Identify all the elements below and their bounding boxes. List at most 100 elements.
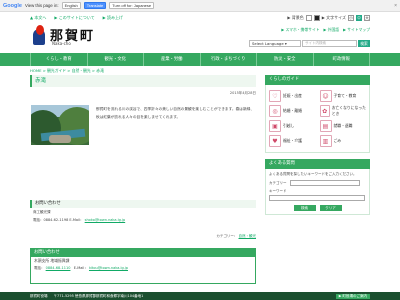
- life-guide-label: 福祉・介護: [283, 138, 302, 143]
- office-guide-link[interactable]: ▶ 町役場のご案内: [335, 293, 370, 299]
- faq-category-select[interactable]: [289, 180, 360, 186]
- turn-off-button[interactable]: Turn off for: Japanese: [109, 2, 155, 9]
- child-icon: ☺: [319, 90, 332, 102]
- display-settings: ▶ 背景色 ▶ 文字サイズ 小 中 大: [287, 14, 370, 21]
- tel-link[interactable]: 0884-68-1110: [46, 266, 71, 270]
- sitemap-link[interactable]: ▶ サイトマップ: [343, 27, 370, 33]
- nav-industry-labor[interactable]: 産業・労働: [144, 53, 201, 66]
- heart-icon: ♥: [269, 135, 281, 147]
- nav-life-education[interactable]: くらし・教育: [30, 53, 88, 66]
- nav-administration[interactable]: 行政・まちづくり: [201, 53, 257, 66]
- nav-disaster-safety[interactable]: 防災・安全: [257, 53, 314, 66]
- life-guide-label: 子育て・教育: [333, 93, 357, 98]
- baby-icon: ♡: [269, 90, 281, 102]
- nav-town-info[interactable]: 町政情報: [314, 53, 370, 66]
- faq-clear-button[interactable]: クリア: [319, 205, 342, 211]
- about-site-link[interactable]: ▶ このサイトについて: [54, 15, 94, 21]
- translate-button[interactable]: Translate: [83, 2, 107, 9]
- font-medium-button[interactable]: 中: [356, 14, 362, 21]
- footer-address: 〒771-5295 徳島県那賀郡那賀町和食郷字南川104番地1: [53, 293, 144, 298]
- bg-color-label: ▶ 背景色: [287, 14, 304, 20]
- article-body: 那賀町を流れる川の渓谷で、四季折々の美しい自然の景観を楽しむことができます。春は…: [96, 107, 255, 119]
- google-logo: Google: [3, 2, 22, 9]
- life-guide-item[interactable]: ♡ 妊娠・出産: [269, 90, 316, 102]
- town-emblem-icon[interactable]: [33, 25, 46, 47]
- site-search: Select Language ▾ サイト内検索 検索: [249, 40, 370, 47]
- skip-to-content-link[interactable]: ▲ 本文へ: [30, 15, 46, 21]
- nav-tourism-culture[interactable]: 観光・文化: [88, 53, 144, 66]
- search-input[interactable]: サイト内検索: [302, 40, 357, 47]
- rings-icon: ◎: [269, 105, 281, 117]
- site-header: 那賀町 Naka-cho ▶ スマホ・携帯サイト ▶ 外国語 ▶ サイトマップ …: [0, 23, 400, 53]
- email-label: E-Mail：: [73, 266, 88, 270]
- inquiry-dept: 商工観光課: [33, 210, 51, 214]
- life-guide-label: 妊娠・出産: [283, 93, 302, 98]
- life-guide-item[interactable]: ✿ お亡くなりになったとき: [319, 105, 367, 117]
- google-translate-bar: Google View this page in: English Transl…: [0, 0, 400, 12]
- font-small-button[interactable]: 小: [348, 14, 354, 21]
- faq-category-label: カテゴリー: [269, 180, 287, 185]
- life-guide-item[interactable]: ♥ 福祉・介護: [269, 135, 316, 147]
- briefcase-icon: ▤: [319, 120, 332, 132]
- inquiry-contact: 電話：0884-62-1198 E-Mail： shoko@town.naka.…: [30, 216, 256, 224]
- foreign-language-link[interactable]: ▶ 外国語: [324, 27, 340, 33]
- email-label: E-Mail：: [69, 218, 84, 222]
- life-guide-item[interactable]: ☺ 子育て・教育: [319, 90, 367, 102]
- bg-black-toggle[interactable]: [313, 14, 320, 21]
- faq-heading: よくある質問: [265, 159, 370, 169]
- category-line: カテゴリー： 自然・観光: [30, 234, 256, 239]
- truck-icon: ▣: [269, 120, 281, 132]
- life-guide-grid: ♡ 妊娠・出産 ☺ 子育て・教育 ◎ 結婚・離婚 ✿ お亡くなりになったとき ▣ 引越し ▤ 就職・退…: [265, 85, 370, 153]
- search-button[interactable]: 検索: [358, 40, 370, 47]
- tel-label: 電話：: [34, 266, 45, 270]
- mobile-site-link[interactable]: ▶ スマホ・携帯サイト: [281, 27, 319, 33]
- flower-icon: ✿: [319, 105, 330, 117]
- font-size-label: ▶ 文字サイズ: [321, 14, 346, 20]
- contact-heading: お問い合わせ: [31, 249, 255, 257]
- life-guide-label: 引越し: [283, 123, 295, 128]
- language-select[interactable]: English: [61, 2, 81, 9]
- close-icon[interactable]: ×: [394, 3, 397, 9]
- life-guide-label: 就職・退職: [333, 123, 353, 128]
- gorge-photo: [31, 105, 89, 145]
- footer-name: 那賀町役場: [30, 293, 48, 298]
- faq-keyword-input[interactable]: [269, 195, 365, 201]
- faq-description: よくある質問を探したいキーワードをご入力ください。: [269, 172, 357, 176]
- site-subtitle: Naka-cho: [52, 41, 71, 46]
- contact-box: お問い合わせ 木頭支所 地域振興課 電話： 0884-68-1110 E-Mai…: [30, 248, 256, 284]
- publish-date: 2015年4月28日: [229, 91, 256, 95]
- contact-details: 電話： 0884-68-1110 E-Mail： kitou@town.naka…: [31, 264, 255, 272]
- life-guide-label: お亡くなりになったとき: [331, 105, 366, 116]
- main-content: 赤滝 2015年4月28日 那賀町を流れる川の渓谷で、四季折々の美しい自然の景観…: [30, 75, 256, 222]
- faq-search-button[interactable]: 検索: [293, 205, 316, 211]
- inquiry-heading: お問い合わせ: [30, 200, 256, 208]
- trash-icon: ▥: [319, 135, 332, 147]
- faq-buttons: 検索 クリア: [269, 205, 366, 211]
- life-guide-heading: くらしのガイド: [265, 75, 370, 85]
- life-guide-item[interactable]: ▤ 就職・退職: [319, 120, 367, 132]
- sidebar: くらしのガイド ♡ 妊娠・出産 ☺ 子育て・教育 ◎ 結婚・離婚 ✿ お亡くなりになったとき ▣…: [265, 75, 370, 215]
- top-utility-nav: ▲ 本文へ ▶ このサイトについて ▶ 読み上げ ▶ 背景色 ▶ 文字サイズ 小…: [0, 13, 400, 22]
- email-link[interactable]: shoko@town.naka.lg.jp: [85, 218, 126, 222]
- category-link[interactable]: 自然・観光: [239, 234, 257, 238]
- life-guide-item[interactable]: ▣ 引越し: [269, 120, 316, 132]
- life-guide-label: 結婚・離婚: [283, 108, 302, 113]
- life-guide-item[interactable]: ▥ ごみ: [319, 135, 367, 147]
- page-title: 赤滝: [30, 75, 256, 87]
- header-links: ▶ スマホ・携帯サイト ▶ 外国語 ▶ サイトマップ: [281, 27, 370, 33]
- inquiry-tel: 電話：0884-62-1198: [33, 218, 69, 222]
- translate-prompt: View this page in:: [24, 3, 59, 8]
- read-aloud-link[interactable]: ▶ 読み上げ: [103, 15, 123, 21]
- inquiry-section: お問い合わせ 商工観光課 電話：0884-62-1198 E-Mail： sho…: [30, 200, 256, 224]
- life-guide-label: ごみ: [333, 138, 342, 143]
- contact-dept: 木頭支所 地域振興課: [34, 258, 70, 263]
- breadcrumb[interactable]: HOME > 観光ガイド > 自然・観光 > 赤滝: [30, 68, 104, 74]
- select-language-dropdown[interactable]: Select Language ▾: [249, 40, 301, 47]
- bg-white-toggle[interactable]: [305, 14, 312, 21]
- font-large-button[interactable]: 大: [364, 14, 370, 21]
- life-guide-item[interactable]: ◎ 結婚・離婚: [269, 105, 316, 117]
- global-nav: くらし・教育 観光・文化 産業・労働 行政・まちづくり 防災・安全 町政情報: [0, 53, 400, 66]
- email-link[interactable]: kitou@town.naka.lg.jp: [89, 266, 128, 270]
- faq-body: よくある質問を探したいキーワードをご入力ください。 カテゴリー キーワード 検索…: [265, 169, 370, 215]
- category-label: カテゴリー：: [216, 234, 238, 238]
